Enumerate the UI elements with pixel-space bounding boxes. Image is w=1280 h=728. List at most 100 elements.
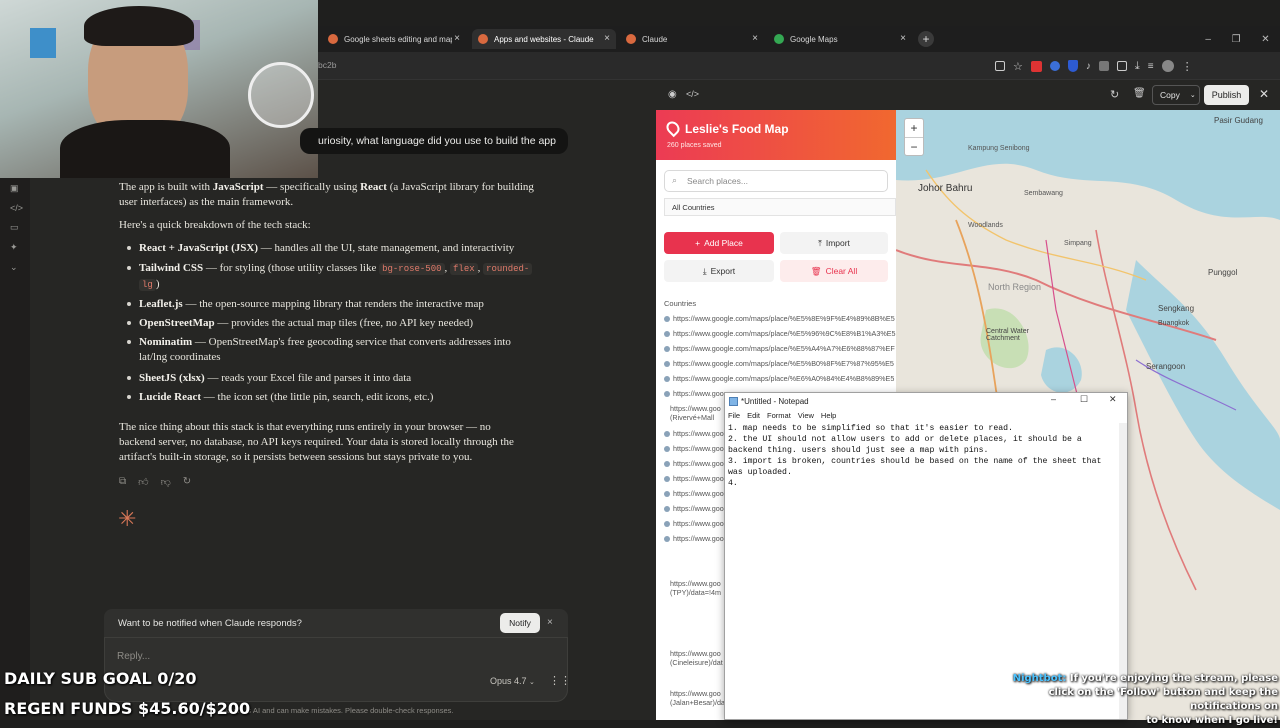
close-window-icon[interactable]: ✕ (1261, 34, 1269, 45)
map-label: Sembawang (1024, 190, 1063, 197)
export-button[interactable]: ⤓ Export (664, 260, 774, 282)
list-item[interactable]: https://www.google.com/maps/place/%E6%A0… (664, 374, 896, 383)
chevron-down-icon[interactable]: ⌄ (10, 262, 22, 273)
bookmark-star-icon[interactable]: ☆ (1013, 60, 1023, 73)
close-tab-icon[interactable]: × (900, 33, 906, 44)
extension-icon[interactable] (1098, 61, 1109, 71)
maps-favicon-icon (774, 34, 784, 44)
refresh-icon[interactable]: ↻ (1110, 88, 1119, 101)
menu-help[interactable]: Help (821, 411, 836, 420)
notepad-titlebar: *Untitled - Notepad – ☐ ✕ (725, 393, 1127, 409)
clear-all-button[interactable]: 🗑︎ Clear All (780, 260, 888, 282)
gear-icon[interactable]: ✦ (10, 242, 22, 253)
list-item[interactable]: https://www.goo (TPY)/data=!4m (670, 579, 721, 597)
map-label: North Region (988, 282, 1042, 292)
tab-apps-websites[interactable]: Apps and websites - Claude × (472, 29, 616, 49)
list-item[interactable]: https://www.goo (Rivervé+Mall (670, 404, 721, 422)
response-summary: The nice thing about this stack is that … (119, 421, 514, 463)
list-item[interactable]: https://www.goo (Jalan+Besar)/da (670, 689, 725, 707)
countries-label: Countries (664, 299, 697, 308)
webcam-overlay (0, 0, 318, 178)
tab-google-maps[interactable]: Google Maps × (768, 29, 912, 49)
publish-button[interactable]: Publish (1204, 85, 1249, 105)
map-label: Kampung Senibong (968, 145, 1030, 152)
model-selector[interactable]: Opus 4.7 ⌄ (490, 676, 535, 686)
search-icon: ⌕ (672, 175, 678, 185)
list-item[interactable]: https://www.goo (Cineleisure)/dat (670, 649, 723, 667)
chevron-down-icon: ⌄ (1189, 92, 1196, 99)
media-icon[interactable]: ≡ (1148, 61, 1154, 72)
bullet-nominatim: Nominatim — OpenStreetMap's free geocodi… (139, 336, 511, 363)
bullet-osm: OpenStreetMap — provides the actual map … (139, 317, 473, 329)
maximize-icon[interactable]: ☐ (1080, 394, 1088, 405)
minimize-icon[interactable]: – (1205, 34, 1211, 45)
artifacts-icon[interactable]: ▣ (10, 183, 22, 194)
copy-icon[interactable]: ⧉ (119, 476, 126, 488)
thumbs-down-icon[interactable]: 👎︎ (161, 476, 171, 488)
user-message: uriosity, what language did you use to b… (300, 128, 568, 154)
bullet-tailwind: Tailwind CSS — for styling (those utilit… (139, 261, 539, 293)
extension-toolbar: ☆ ♪ ⤓ ≡ ⋮ (995, 58, 1250, 74)
copy-button[interactable]: Copy ⌄ (1152, 85, 1200, 105)
reply-input[interactable]: Reply... (117, 651, 150, 662)
add-place-button[interactable]: + Add Place (664, 232, 774, 254)
list-item[interactable]: https://www.google.com/maps/place/%E5%A4… (664, 344, 896, 353)
download-icon[interactable]: ⤓ (1135, 60, 1140, 73)
streamer-hair (84, 6, 194, 46)
tab-sheets[interactable]: Google sheets editing and map × (322, 29, 466, 49)
map-label: Simpang (1064, 240, 1092, 247)
voice-icon[interactable]: ⋮⋮ (549, 674, 571, 687)
retry-icon[interactable]: ↻ (183, 476, 191, 488)
bullet-sheetjs: SheetJS (xlsx) — reads your Excel file a… (139, 372, 412, 384)
cast-icon[interactable] (995, 61, 1005, 71)
close-artifact-icon[interactable]: ✕ (1259, 87, 1269, 101)
zoom-in-button[interactable]: + (905, 119, 923, 137)
menu-edit[interactable]: Edit (747, 411, 760, 420)
places-count: 260 places saved (667, 142, 722, 149)
briefcase-icon[interactable]: ▭ (10, 222, 22, 233)
close-tab-icon[interactable]: × (604, 33, 610, 44)
puzzle-icon[interactable] (1116, 61, 1127, 71)
new-tab-button[interactable]: + (918, 31, 934, 47)
response-breakdown: Here's a quick breakdown of the tech sta… (119, 219, 311, 231)
tab-claude[interactable]: Claude × (620, 29, 764, 49)
bullet-react: React + JavaScript (JSX) — handles all t… (139, 242, 515, 254)
code-view-icon[interactable]: </> (686, 89, 699, 99)
notify-button[interactable]: Notify (500, 613, 540, 633)
menu-icon[interactable]: ⋮ (1182, 60, 1193, 73)
avatar[interactable] (1161, 60, 1174, 72)
minimize-icon[interactable]: – (1051, 394, 1056, 404)
maximize-icon[interactable]: ❐ (1232, 34, 1241, 45)
trash-icon[interactable]: 🗑︎ (1133, 88, 1146, 99)
code-icon[interactable]: </> (10, 203, 23, 213)
dismiss-notify-icon[interactable]: × (547, 617, 553, 628)
list-item[interactable]: https://www.google.com/maps/place/%E5%8E… (664, 314, 896, 323)
map-label: Pasir Gudang (1214, 116, 1263, 125)
close-tab-icon[interactable]: × (454, 33, 460, 44)
search-input[interactable]: Search places... (664, 170, 888, 192)
menu-format[interactable]: Format (767, 411, 791, 420)
extension-icon[interactable] (1049, 61, 1060, 71)
zoom-out-button[interactable]: − (905, 137, 923, 156)
address-url[interactable]: bc2b (318, 60, 336, 70)
bullet-dot (127, 340, 131, 344)
import-button[interactable]: ⤒ Import (780, 232, 888, 254)
menu-file[interactable]: File (728, 411, 740, 420)
menu-view[interactable]: View (798, 411, 814, 420)
preview-eye-icon[interactable]: ◉ (668, 89, 677, 100)
sidebar-icons: ▣ </> ▭ ✦ ⌄ (10, 183, 23, 273)
close-icon[interactable]: ✕ (1109, 394, 1117, 405)
close-tab-icon[interactable]: × (752, 33, 758, 44)
country-filter-select[interactable]: All Countries (664, 198, 896, 216)
thumbs-up-icon[interactable]: 👍︎ (138, 476, 148, 488)
notepad-window: *Untitled - Notepad – ☐ ✕ File Edit Form… (724, 392, 1128, 720)
list-item[interactable]: https://www.google.com/maps/place/%E5%B0… (664, 359, 896, 368)
list-item[interactable]: https://www.google.com/maps/place/%E5%96… (664, 329, 896, 338)
disclaimer: Claude is AI and can make mistakes. Plea… (220, 706, 454, 715)
bullet-dot (127, 395, 131, 399)
bullet-lucide: Lucide React — the icon set (the little … (139, 391, 434, 403)
shield-icon[interactable] (1067, 60, 1078, 72)
notepad-text-area[interactable]: 1. map needs to be simplified so that it… (725, 421, 1127, 491)
extension-badge-icon[interactable] (1030, 60, 1042, 72)
speaker-icon[interactable]: ♪ (1086, 61, 1091, 72)
